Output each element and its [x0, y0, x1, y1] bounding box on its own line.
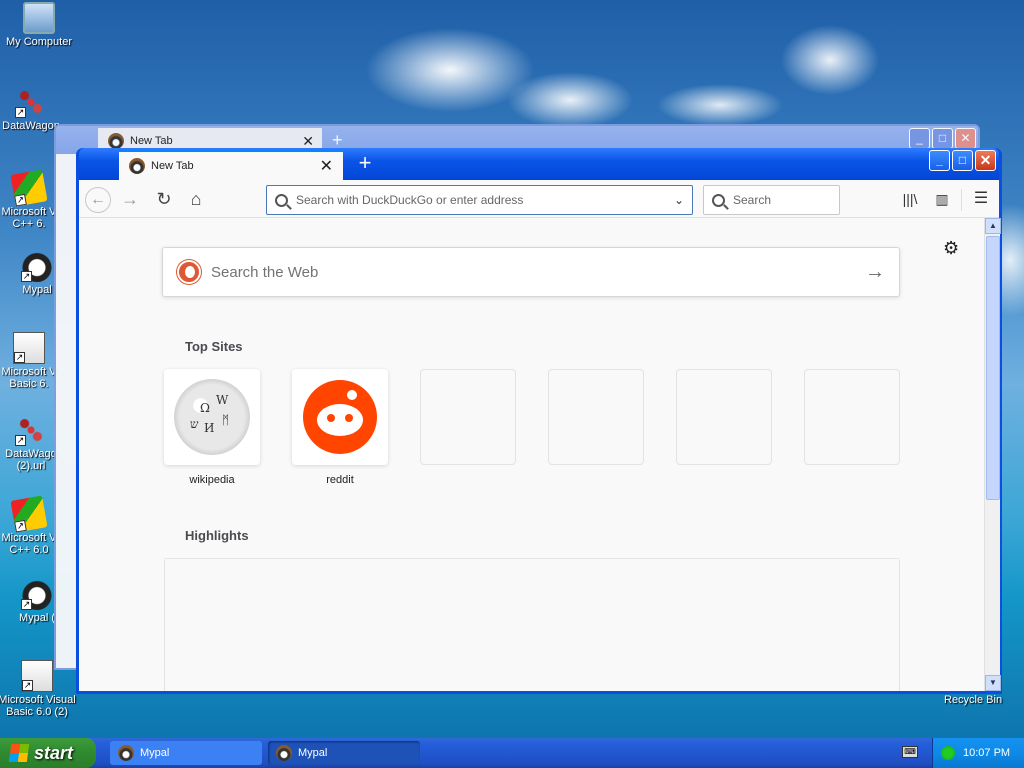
background-minimize-button[interactable]: _: [909, 128, 930, 149]
mypal-favicon-icon: [276, 745, 292, 761]
top-site-tile-wikipedia[interactable]: Ω W И ש ᛗ: [164, 369, 260, 465]
tab-close-icon[interactable]: ✕: [320, 156, 333, 176]
minimize-button[interactable]: _: [929, 150, 950, 171]
gear-icon[interactable]: ⚙: [943, 238, 959, 259]
library-icon[interactable]: |||\: [899, 189, 921, 211]
vb-icon: ↗: [13, 332, 45, 364]
reddit-face: [317, 404, 363, 436]
start-button[interactable]: start: [0, 738, 96, 768]
network-icon[interactable]: [941, 746, 955, 760]
top-site-label[interactable]: wikipedia: [164, 474, 260, 486]
windows-logo-icon: [8, 744, 30, 762]
mypal-favicon-icon: [129, 158, 145, 174]
mypal-favicon-icon: [118, 745, 134, 761]
vertical-scrollbar[interactable]: ▲ ▼: [984, 218, 1001, 691]
web-search-placeholder: Search the Web: [211, 263, 319, 281]
toolbar-divider: [961, 189, 962, 211]
datawagon-icon: ↗: [15, 414, 47, 446]
address-bar[interactable]: Search with DuckDuckGo or enter address …: [266, 185, 693, 215]
titlebar[interactable]: New Tab ✕ + _ □ ✕: [79, 148, 999, 180]
back-button[interactable]: ←: [85, 187, 111, 213]
duckduckgo-icon: [177, 260, 201, 284]
desktop-icon-my-computer[interactable]: My Computer: [0, 2, 78, 48]
desktop-icon-label: My Computer: [5, 36, 73, 48]
new-tab-page: ⚙ Search the Web → Top Sites Ω W И ש ᛗ w…: [79, 218, 984, 691]
address-bar-placeholder: Search with DuckDuckGo or enter address: [296, 193, 524, 207]
top-site-tile-empty: [548, 369, 644, 465]
keyboard-icon[interactable]: ⌨: [902, 746, 918, 758]
mypal-favicon-icon: [108, 133, 124, 149]
top-site-tile-reddit[interactable]: [292, 369, 388, 465]
mypal-icon: ↗: [21, 578, 53, 610]
start-label: start: [34, 742, 74, 763]
top-site-tile-empty: [420, 369, 516, 465]
clock[interactable]: 10:07 PM: [963, 747, 1010, 759]
datawagon-icon: ↗: [15, 86, 47, 118]
highlights-placeholder: [164, 558, 900, 691]
reddit-icon: [303, 380, 377, 454]
search-bar[interactable]: Search: [703, 185, 840, 215]
background-maximize-button[interactable]: □: [932, 128, 953, 149]
vcpp-icon: ↗: [10, 495, 48, 533]
sidebar-icon[interactable]: ▥: [931, 189, 953, 211]
navigation-toolbar: ← → ↻ ⌂ Search with DuckDuckGo or enter …: [79, 180, 999, 218]
taskbar-button-mypal[interactable]: Mypal: [110, 741, 262, 765]
web-search-box[interactable]: Search the Web →: [162, 247, 900, 297]
taskbar: start Mypal Mypal ⌨ 10:07 PM: [0, 738, 1024, 768]
taskbar-button-label: Mypal: [298, 747, 328, 759]
background-tab-title: New Tab: [130, 135, 173, 147]
computer-icon: [23, 2, 55, 34]
highlights-heading[interactable]: Highlights: [185, 528, 249, 543]
browser-window[interactable]: New Tab ✕ + _ □ ✕ ← → ↻ ⌂ Search with Du…: [76, 148, 1002, 694]
chevron-down-icon[interactable]: ⌄: [674, 193, 684, 207]
home-button[interactable]: ⌂: [183, 187, 209, 213]
recycle-bin-label[interactable]: Recycle Bin: [944, 694, 1002, 706]
wikipedia-icon: Ω W И ש ᛗ: [174, 379, 250, 455]
forward-button[interactable]: →: [117, 187, 143, 213]
mypal-icon: ↗: [21, 250, 53, 282]
taskbar-button-label: Mypal: [140, 747, 170, 759]
search-icon: [275, 193, 288, 207]
tab-title: New Tab: [151, 160, 194, 172]
taskbar-button-mypal-active[interactable]: Mypal: [268, 741, 420, 765]
search-icon: [712, 193, 725, 207]
top-site-tile-empty: [804, 369, 900, 465]
scrollbar-thumb[interactable]: [986, 236, 1000, 500]
background-tab-close-icon[interactable]: ✕: [302, 133, 314, 150]
scroll-up-button[interactable]: ▲: [985, 218, 1001, 234]
reload-button[interactable]: ↻: [151, 187, 177, 213]
tab-new-tab[interactable]: New Tab ✕: [119, 150, 343, 180]
top-site-tile-empty: [676, 369, 772, 465]
desktop-icon-label: Microsoft Visual Basic 6.0 (2): [0, 694, 76, 718]
top-site-label[interactable]: reddit: [292, 474, 388, 486]
maximize-button[interactable]: □: [952, 150, 973, 171]
background-close-button[interactable]: ✕: [955, 128, 976, 149]
vcpp-icon: ↗: [10, 169, 48, 207]
vb-icon: ↗: [21, 660, 53, 692]
reddit-antenna: [347, 390, 357, 400]
system-tray: 10:07 PM: [932, 738, 1024, 768]
arrow-right-icon[interactable]: →: [865, 261, 885, 284]
close-button[interactable]: ✕: [975, 150, 996, 171]
new-tab-button[interactable]: +: [351, 150, 379, 178]
hamburger-menu-icon[interactable]: ☰: [970, 189, 992, 211]
browser-body: ← → ↻ ⌂ Search with DuckDuckGo or enter …: [79, 180, 1001, 691]
top-sites-heading[interactable]: Top Sites: [185, 339, 243, 354]
scroll-down-button[interactable]: ▼: [985, 675, 1001, 691]
search-bar-placeholder: Search: [733, 193, 772, 207]
